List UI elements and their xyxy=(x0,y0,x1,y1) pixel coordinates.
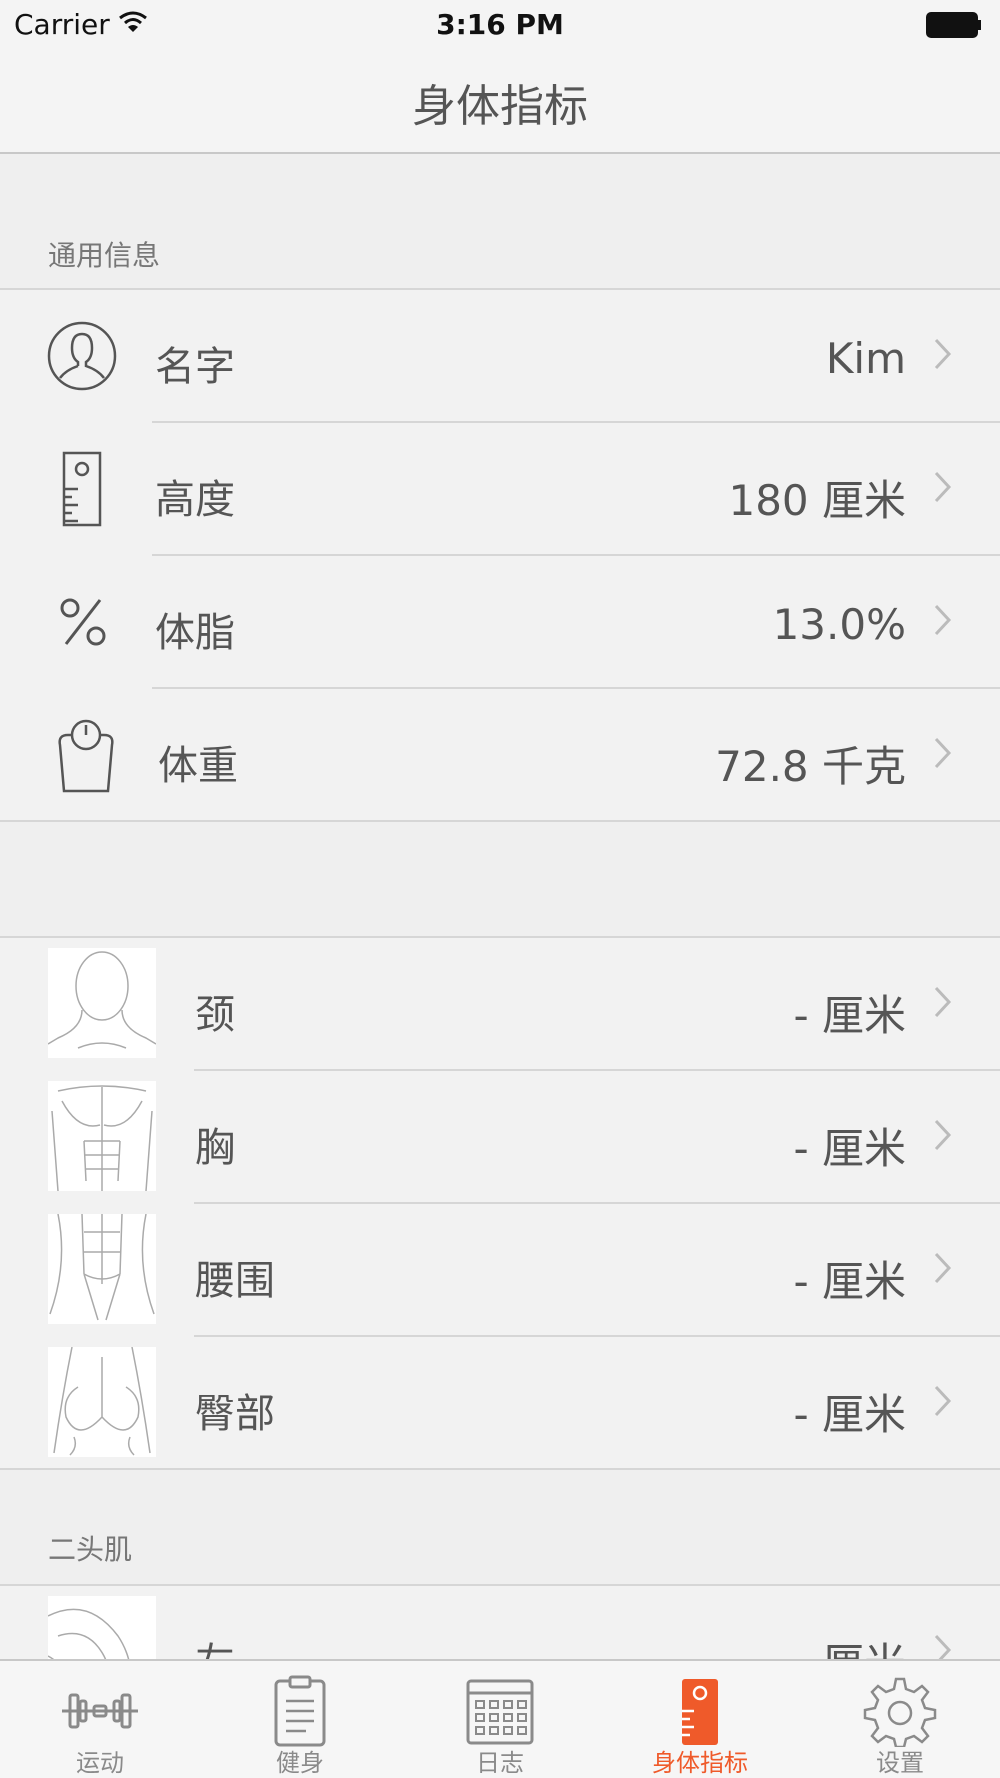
chevron-right-icon xyxy=(934,986,952,1018)
tab-exercise[interactable]: 运动 xyxy=(0,1661,200,1778)
clock: 3:16 PM xyxy=(436,8,564,41)
chevron-right-icon xyxy=(934,737,952,769)
row-label: 高度 xyxy=(155,477,235,523)
row-waist[interactable]: 腰围 - 厘米 xyxy=(0,1204,1000,1337)
tab-label: 身体指标 xyxy=(652,1749,748,1777)
ruler-icon xyxy=(62,451,102,527)
row-value: - 厘米 xyxy=(793,1257,906,1306)
tab-log[interactable]: 日志 xyxy=(400,1661,600,1778)
row-value: 13.0% xyxy=(772,600,906,649)
row-value: 180 厘米 xyxy=(728,476,906,525)
gear-icon xyxy=(863,1677,937,1747)
row-value: Kim xyxy=(825,334,906,383)
chevron-right-icon xyxy=(934,1119,952,1151)
calendar-icon xyxy=(466,1679,534,1745)
bicep-image xyxy=(47,1596,156,1659)
page-title: 身体指标 xyxy=(412,81,588,132)
neck-image xyxy=(47,948,157,1058)
hips-image xyxy=(48,1346,156,1457)
row-label: 胸 xyxy=(195,1125,235,1171)
chevron-right-icon xyxy=(934,1634,952,1659)
row-value: - 厘米 xyxy=(793,1630,906,1659)
section-header-biceps: 二头肌 xyxy=(0,1470,1000,1584)
person-icon xyxy=(47,321,117,391)
body-measurements-group: 颈 - 厘米 胸 - 厘米 腰围 - 厘米 臀部 - 厘米 xyxy=(0,936,1000,1470)
dumbbell-icon xyxy=(62,1693,138,1729)
row-label: 名字 xyxy=(155,344,235,390)
row-label: 左 xyxy=(195,1630,235,1659)
waist-image xyxy=(48,1213,156,1324)
tab-label: 运动 xyxy=(76,1749,124,1777)
tab-label: 健身 xyxy=(276,1749,324,1777)
tab-body-metrics[interactable]: 身体指标 xyxy=(600,1661,800,1778)
scale-icon xyxy=(58,719,114,793)
chevron-right-icon xyxy=(934,1385,952,1417)
metrics-list[interactable]: 通用信息 名字 Kim 高度 180 厘米 体脂 13.0% 体重 72.8 千… xyxy=(0,156,1000,1659)
tab-bar: 运动 健身 日志 身体指标 设置 xyxy=(0,1659,1000,1778)
row-label: 颈 xyxy=(195,992,235,1038)
clipboard-icon xyxy=(274,1675,326,1747)
row-name[interactable]: 名字 Kim xyxy=(0,290,1000,423)
chevron-right-icon xyxy=(934,604,952,636)
row-body-fat[interactable]: 体脂 13.0% xyxy=(0,556,1000,689)
section-header-label: 通用信息 xyxy=(48,239,161,272)
row-height[interactable]: 高度 180 厘米 xyxy=(0,423,1000,556)
row-label: 体重 xyxy=(158,743,238,789)
chevron-right-icon xyxy=(934,338,952,370)
row-label: 体脂 xyxy=(155,610,235,656)
chest-image xyxy=(48,1081,156,1192)
battery-icon xyxy=(926,12,981,38)
tab-label: 日志 xyxy=(476,1749,524,1777)
row-label: 臀部 xyxy=(195,1391,275,1437)
chevron-right-icon xyxy=(934,471,952,503)
chevron-right-icon xyxy=(934,1252,952,1284)
tab-label: 设置 xyxy=(876,1749,924,1777)
row-chest[interactable]: 胸 - 厘米 xyxy=(0,1071,1000,1204)
row-biceps-left[interactable]: 左 - 厘米 xyxy=(0,1586,1000,1659)
section-header-label: 二头肌 xyxy=(48,1533,133,1566)
navigation-bar: 身体指标 xyxy=(0,50,1000,154)
row-hips[interactable]: 臀部 - 厘米 xyxy=(0,1337,1000,1470)
row-weight[interactable]: 体重 72.8 千克 xyxy=(0,689,1000,822)
tab-settings[interactable]: 设置 xyxy=(800,1661,1000,1778)
tab-fitness[interactable]: 健身 xyxy=(200,1661,400,1778)
row-value: - 厘米 xyxy=(793,1124,906,1173)
row-value: - 厘米 xyxy=(793,1390,906,1439)
row-label: 腰围 xyxy=(195,1258,275,1304)
row-value: 72.8 千克 xyxy=(715,742,906,791)
row-neck[interactable]: 颈 - 厘米 xyxy=(0,938,1000,1071)
biceps-group: 左 - 厘米 xyxy=(0,1584,1000,1659)
body-metrics-icon xyxy=(682,1679,718,1745)
percent-icon xyxy=(60,598,106,646)
general-info-group: 名字 Kim 高度 180 厘米 体脂 13.0% 体重 72.8 千克 xyxy=(0,288,1000,822)
section-header-general: 通用信息 xyxy=(0,156,1000,288)
status-bar: Carrier 3:16 PM xyxy=(0,0,1000,50)
row-value: - 厘米 xyxy=(793,991,906,1040)
